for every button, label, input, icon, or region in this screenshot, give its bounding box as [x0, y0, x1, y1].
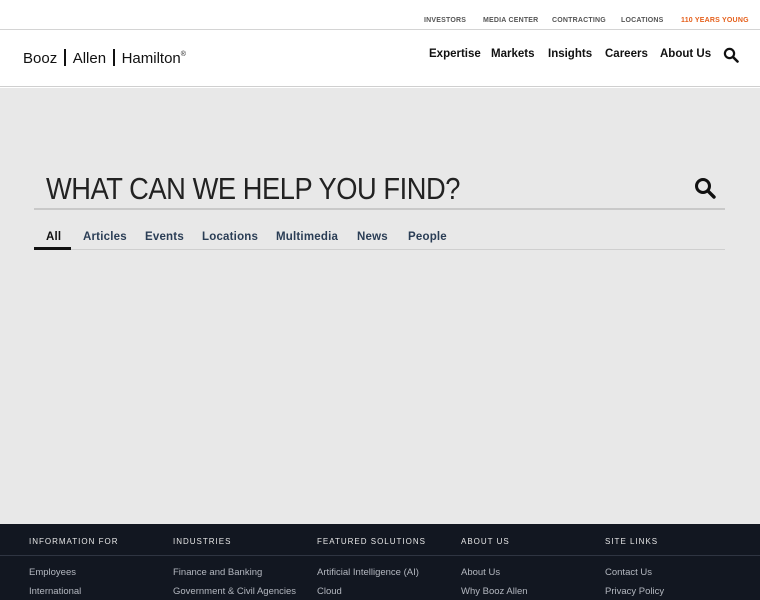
logo-divider	[113, 49, 115, 66]
footer-heading-industries: INDUSTRIES	[173, 537, 232, 546]
footer-link-cloud[interactable]: Cloud	[317, 586, 342, 597]
tab-all[interactable]: All	[46, 231, 61, 243]
utility-link-media-center[interactable]: MEDIA CENTER	[483, 17, 538, 24]
footer-link-privacy-policy[interactable]: Privacy Policy	[605, 586, 664, 597]
footer-divider	[0, 555, 760, 556]
footer-link-government-civil[interactable]: Government & Civil Agencies	[173, 586, 296, 597]
utility-link-contracting[interactable]: CONTRACTING	[552, 17, 606, 24]
utility-link-110-years-young[interactable]: 110 YEARS YOUNG	[681, 17, 749, 24]
active-tab-indicator	[34, 247, 71, 250]
footer-heading-featured-solutions: FEATURED SOLUTIONS	[317, 537, 426, 546]
logo-text-allen: Allen	[72, 50, 107, 67]
nav-about-us[interactable]: About Us	[660, 48, 711, 60]
nav-expertise[interactable]: Expertise	[429, 48, 481, 60]
logo-text-hamilton: Hamilton	[121, 50, 181, 67]
footer-heading-about-us: ABOUT US	[461, 537, 510, 546]
tab-news[interactable]: News	[357, 231, 388, 243]
search-icon[interactable]	[723, 47, 739, 63]
footer-link-about-us[interactable]: About Us	[461, 567, 500, 578]
tab-multimedia[interactable]: Multimedia	[276, 231, 338, 243]
utility-link-investors[interactable]: INVESTORS	[424, 17, 466, 24]
search-submit-icon[interactable]	[694, 177, 716, 199]
footer-link-international[interactable]: International	[29, 586, 81, 597]
nav-careers[interactable]: Careers	[605, 48, 648, 60]
tab-locations[interactable]: Locations	[202, 231, 258, 243]
logo-divider	[64, 49, 66, 66]
site-header: Booz Allen Hamilton® Expertise Markets Ins…	[0, 30, 760, 87]
nav-insights[interactable]: Insights	[548, 48, 592, 60]
nav-markets[interactable]: Markets	[491, 48, 534, 60]
logo-text-booz: Booz	[23, 50, 58, 67]
footer-link-ai[interactable]: Artificial Intelligence (AI)	[317, 567, 419, 578]
booz-allen-logo[interactable]: Booz Allen Hamilton®	[23, 49, 186, 67]
utility-bar: INVESTORS MEDIA CENTER CONTRACTING LOCAT…	[0, 0, 760, 30]
footer-link-employees[interactable]: Employees	[29, 567, 76, 578]
result-filter-tabs: All Articles Events Locations Multimedia…	[34, 225, 725, 250]
footer-heading-information-for: INFORMATION FOR	[29, 537, 119, 546]
footer-link-contact-us[interactable]: Contact Us	[605, 567, 652, 578]
utility-link-locations[interactable]: LOCATIONS	[621, 17, 664, 24]
tab-people[interactable]: People	[408, 231, 447, 243]
footer-heading-site-links: SITE LINKS	[605, 537, 659, 546]
tab-events[interactable]: Events	[145, 231, 184, 243]
logo-registered-mark: ®	[180, 51, 186, 58]
site-footer: INFORMATION FOR Employees International …	[0, 524, 760, 600]
tab-articles[interactable]: Articles	[83, 231, 127, 243]
footer-link-finance-banking[interactable]: Finance and Banking	[173, 567, 262, 578]
search-page-body: All Articles Events Locations Multimedia…	[0, 88, 760, 524]
footer-link-why-booz-allen[interactable]: Why Booz Allen	[461, 586, 528, 597]
search-input[interactable]	[46, 170, 592, 208]
search-bar	[34, 170, 725, 210]
